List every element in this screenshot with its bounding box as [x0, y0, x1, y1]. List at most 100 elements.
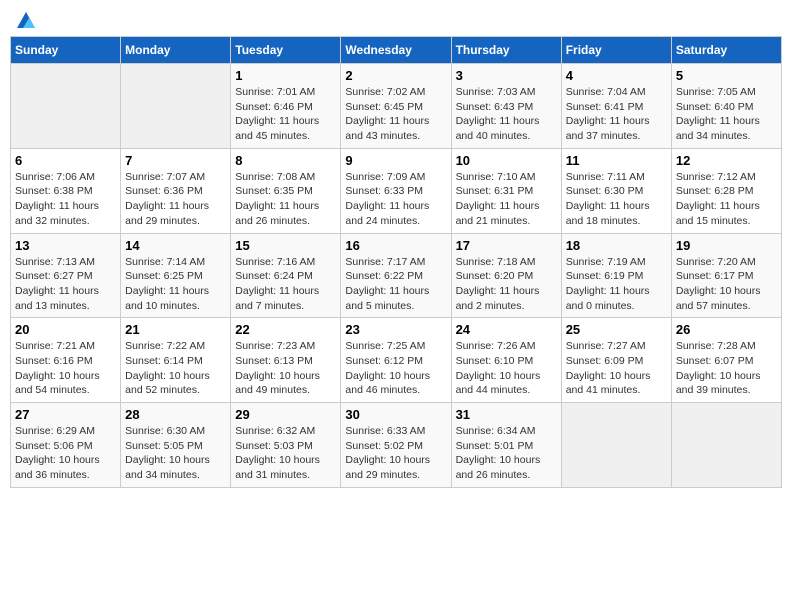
- day-info: Sunrise: 7:17 AMSunset: 6:22 PMDaylight:…: [345, 255, 446, 314]
- calendar-week-row: 27 Sunrise: 6:29 AMSunset: 5:06 PMDayligh…: [11, 403, 782, 488]
- calendar-cell: [121, 64, 231, 149]
- calendar-cell: 4 Sunrise: 7:04 AMSunset: 6:41 PMDaylight…: [561, 64, 671, 149]
- day-number: 3: [456, 68, 557, 83]
- calendar-cell: 22Sunrise: 7:23 AMSunset: 6:13 PMDayligh…: [231, 318, 341, 403]
- logo-icon: [15, 10, 37, 32]
- calendar-cell: 30 Sunrise: 6:33 AMSunset: 5:02 PMDayligh…: [341, 403, 451, 488]
- calendar-cell: 29Sunrise: 6:32 AMSunset: 5:03 PMDayligh…: [231, 403, 341, 488]
- day-info: Sunrise: 7:03 AMSunset: 6:43 PMDaylight:…: [456, 85, 557, 144]
- calendar-week-row: 6 Sunrise: 7:06 AMSunset: 6:38 PMDaylight…: [11, 148, 782, 233]
- day-info: Sunrise: 7:09 AMSunset: 6:33 PMDaylight:…: [345, 170, 446, 229]
- day-info: Sunrise: 7:28 AMSunset: 6:07 PMDaylight:…: [676, 339, 777, 398]
- day-number: 7: [125, 153, 226, 168]
- calendar-cell: 20 Sunrise: 7:21 AMSunset: 6:16 PMDayligh…: [11, 318, 121, 403]
- day-info: Sunrise: 6:32 AMSunset: 5:03 PMDaylight:…: [235, 424, 336, 483]
- day-number: 13: [15, 238, 116, 253]
- page-header: [10, 10, 782, 28]
- day-number: 26: [676, 322, 777, 337]
- calendar-cell: 11 Sunrise: 7:11 AMSunset: 6:30 PMDayligh…: [561, 148, 671, 233]
- calendar-cell: 6 Sunrise: 7:06 AMSunset: 6:38 PMDaylight…: [11, 148, 121, 233]
- day-number: 6: [15, 153, 116, 168]
- calendar-cell: 17 Sunrise: 7:18 AMSunset: 6:20 PMDayligh…: [451, 233, 561, 318]
- calendar-cell: 5 Sunrise: 7:05 AMSunset: 6:40 PMDaylight…: [671, 64, 781, 149]
- day-info: Sunrise: 7:08 AMSunset: 6:35 PMDaylight:…: [235, 170, 336, 229]
- day-info: Sunrise: 7:26 AMSunset: 6:10 PMDaylight:…: [456, 339, 557, 398]
- weekday-header: Wednesday: [341, 37, 451, 64]
- day-number: 19: [676, 238, 777, 253]
- calendar-cell: [561, 403, 671, 488]
- day-number: 1: [235, 68, 336, 83]
- day-info: Sunrise: 7:20 AMSunset: 6:17 PMDaylight:…: [676, 255, 777, 314]
- calendar-cell: 19 Sunrise: 7:20 AMSunset: 6:17 PMDayligh…: [671, 233, 781, 318]
- day-number: 8: [235, 153, 336, 168]
- day-number: 28: [125, 407, 226, 422]
- calendar-cell: 12Sunrise: 7:12 AMSunset: 6:28 PMDayligh…: [671, 148, 781, 233]
- day-number: 23: [345, 322, 446, 337]
- day-info: Sunrise: 7:07 AMSunset: 6:36 PMDaylight:…: [125, 170, 226, 229]
- calendar-cell: 3 Sunrise: 7:03 AMSunset: 6:43 PMDaylight…: [451, 64, 561, 149]
- day-info: Sunrise: 7:13 AMSunset: 6:27 PMDaylight:…: [15, 255, 116, 314]
- calendar-week-row: 13 Sunrise: 7:13 AMSunset: 6:27 PMDayligh…: [11, 233, 782, 318]
- day-info: Sunrise: 7:18 AMSunset: 6:20 PMDaylight:…: [456, 255, 557, 314]
- day-number: 5: [676, 68, 777, 83]
- day-info: Sunrise: 7:22 AMSunset: 6:14 PMDaylight:…: [125, 339, 226, 398]
- calendar-cell: 24Sunrise: 7:26 AMSunset: 6:10 PMDayligh…: [451, 318, 561, 403]
- day-info: Sunrise: 6:34 AMSunset: 5:01 PMDaylight:…: [456, 424, 557, 483]
- day-number: 17: [456, 238, 557, 253]
- day-info: Sunrise: 7:14 AMSunset: 6:25 PMDaylight:…: [125, 255, 226, 314]
- day-number: 31: [456, 407, 557, 422]
- calendar-week-row: 20 Sunrise: 7:21 AMSunset: 6:16 PMDayligh…: [11, 318, 782, 403]
- day-info: Sunrise: 7:16 AMSunset: 6:24 PMDaylight:…: [235, 255, 336, 314]
- calendar-cell: 9 Sunrise: 7:09 AMSunset: 6:33 PMDaylight…: [341, 148, 451, 233]
- day-number: 9: [345, 153, 446, 168]
- day-info: Sunrise: 7:06 AMSunset: 6:38 PMDaylight:…: [15, 170, 116, 229]
- day-info: Sunrise: 7:11 AMSunset: 6:30 PMDaylight:…: [566, 170, 667, 229]
- calendar-cell: 23 Sunrise: 7:25 AMSunset: 6:12 PMDayligh…: [341, 318, 451, 403]
- day-number: 21: [125, 322, 226, 337]
- day-number: 12: [676, 153, 777, 168]
- day-info: Sunrise: 7:27 AMSunset: 6:09 PMDaylight:…: [566, 339, 667, 398]
- calendar-cell: 21 Sunrise: 7:22 AMSunset: 6:14 PMDayligh…: [121, 318, 231, 403]
- day-number: 25: [566, 322, 667, 337]
- calendar-cell: [11, 64, 121, 149]
- day-number: 4: [566, 68, 667, 83]
- calendar-cell: 7 Sunrise: 7:07 AMSunset: 6:36 PMDaylight…: [121, 148, 231, 233]
- day-info: Sunrise: 7:02 AMSunset: 6:45 PMDaylight:…: [345, 85, 446, 144]
- calendar-cell: [671, 403, 781, 488]
- day-info: Sunrise: 7:10 AMSunset: 6:31 PMDaylight:…: [456, 170, 557, 229]
- weekday-header: Monday: [121, 37, 231, 64]
- day-number: 30: [345, 407, 446, 422]
- calendar-cell: 2Sunrise: 7:02 AMSunset: 6:45 PMDaylight…: [341, 64, 451, 149]
- day-number: 14: [125, 238, 226, 253]
- day-info: Sunrise: 6:33 AMSunset: 5:02 PMDaylight:…: [345, 424, 446, 483]
- day-number: 11: [566, 153, 667, 168]
- day-info: Sunrise: 6:29 AMSunset: 5:06 PMDaylight:…: [15, 424, 116, 483]
- day-number: 27: [15, 407, 116, 422]
- calendar-cell: 28 Sunrise: 6:30 AMSunset: 5:05 PMDayligh…: [121, 403, 231, 488]
- calendar-cell: 10Sunrise: 7:10 AMSunset: 6:31 PMDayligh…: [451, 148, 561, 233]
- calendar-cell: 14 Sunrise: 7:14 AMSunset: 6:25 PMDayligh…: [121, 233, 231, 318]
- calendar-cell: 26 Sunrise: 7:28 AMSunset: 6:07 PMDayligh…: [671, 318, 781, 403]
- day-number: 18: [566, 238, 667, 253]
- logo: [14, 10, 38, 28]
- day-info: Sunrise: 7:01 AMSunset: 6:46 PMDaylight:…: [235, 85, 336, 144]
- day-info: Sunrise: 7:25 AMSunset: 6:12 PMDaylight:…: [345, 339, 446, 398]
- day-number: 16: [345, 238, 446, 253]
- day-info: Sunrise: 7:21 AMSunset: 6:16 PMDaylight:…: [15, 339, 116, 398]
- weekday-header: Friday: [561, 37, 671, 64]
- day-info: Sunrise: 7:23 AMSunset: 6:13 PMDaylight:…: [235, 339, 336, 398]
- weekday-header-row: SundayMondayTuesdayWednesdayThursdayFrid…: [11, 37, 782, 64]
- calendar-cell: 18 Sunrise: 7:19 AMSunset: 6:19 PMDayligh…: [561, 233, 671, 318]
- weekday-header: Thursday: [451, 37, 561, 64]
- day-number: 20: [15, 322, 116, 337]
- day-info: Sunrise: 7:19 AMSunset: 6:19 PMDaylight:…: [566, 255, 667, 314]
- day-number: 15: [235, 238, 336, 253]
- calendar-cell: 16 Sunrise: 7:17 AMSunset: 6:22 PMDayligh…: [341, 233, 451, 318]
- calendar-cell: 13 Sunrise: 7:13 AMSunset: 6:27 PMDayligh…: [11, 233, 121, 318]
- calendar-cell: 15 Sunrise: 7:16 AMSunset: 6:24 PMDayligh…: [231, 233, 341, 318]
- day-info: Sunrise: 6:30 AMSunset: 5:05 PMDaylight:…: [125, 424, 226, 483]
- day-info: Sunrise: 7:05 AMSunset: 6:40 PMDaylight:…: [676, 85, 777, 144]
- calendar-cell: 8 Sunrise: 7:08 AMSunset: 6:35 PMDaylight…: [231, 148, 341, 233]
- calendar-cell: 1 Sunrise: 7:01 AMSunset: 6:46 PMDaylight…: [231, 64, 341, 149]
- day-info: Sunrise: 7:04 AMSunset: 6:41 PMDaylight:…: [566, 85, 667, 144]
